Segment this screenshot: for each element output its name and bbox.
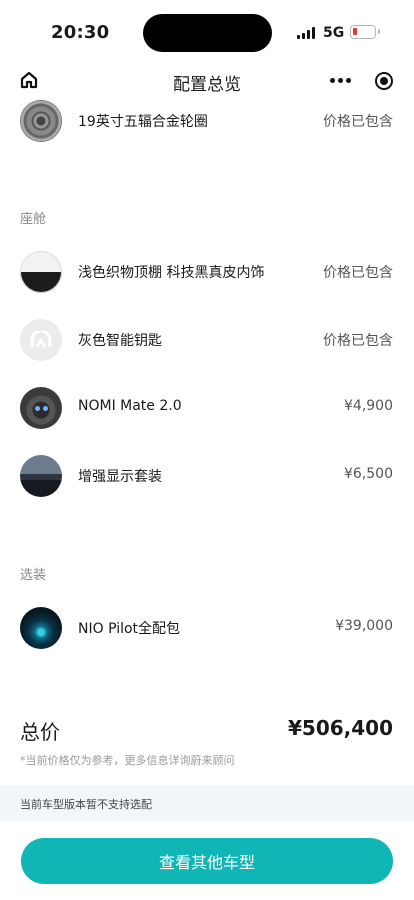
status-bar: 20:30 5G [0,0,414,62]
interior-thumb [20,251,62,293]
item-price: ¥4,900 [344,398,393,414]
notice-text: 当前车型版本暂不支持选配 [20,798,152,811]
section-title-cabin: 座舱 [20,212,47,227]
item-label: NOMI Mate 2.0 [78,398,182,414]
list-item: 增强显示套装 ¥6,500 [0,448,414,504]
config-overview-page: 20:30 5G 配置总览 19英寸五辐合金轮圈 价格已包含 座舱 浅色织物顶棚… [0,0,414,900]
list-item: NOMI Mate 2.0 ¥4,900 [0,380,414,436]
section-title-options: 选装 [20,568,47,583]
close-miniprogram-icon[interactable] [375,72,393,90]
list-item: 19英寸五辐合金轮圈 价格已包含 [0,93,414,149]
battery-icon [350,25,380,39]
notice-banner: 当前车型版本暂不支持选配 [0,785,414,821]
item-label: 增强显示套装 [78,469,162,485]
view-other-models-button[interactable]: 查看其他车型 [21,838,393,884]
item-label: 灰色智能钥匙 [78,333,162,349]
nomi-thumb [20,387,62,429]
item-label: 浅色织物顶棚 科技黑真皮内饰 [78,265,265,281]
price-disclaimer: *当前价格仅为参考，更多信息详询蔚来顾问 [20,754,235,767]
wheel-thumb [20,100,62,142]
network-type: 5G [323,25,345,41]
key-thumb [20,319,62,361]
mini-program-capsule [323,66,401,96]
total-label: 总价 [20,720,60,744]
item-label: 19英寸五辐合金轮圈 [78,114,208,130]
item-price: 价格已包含 [323,114,393,130]
item-price: ¥39,000 [335,618,393,634]
status-time: 20:30 [51,22,110,43]
item-label: NIO Pilot全配包 [78,621,181,637]
pilot-thumb [20,607,62,649]
nio-logo-icon [30,331,52,348]
item-price: ¥6,500 [344,466,393,482]
signal-icon [297,27,317,39]
list-item: 浅色织物顶棚 科技黑真皮内饰 价格已包含 [0,244,414,300]
item-price: 价格已包含 [323,333,393,349]
hud-thumb [20,455,62,497]
item-price: 价格已包含 [323,265,393,281]
dynamic-island [143,14,272,52]
list-item: NIO Pilot全配包 ¥39,000 [0,600,414,656]
more-icon[interactable] [330,76,352,86]
total-price: ¥506,400 [287,716,393,740]
list-item: 灰色智能钥匙 价格已包含 [0,312,414,368]
